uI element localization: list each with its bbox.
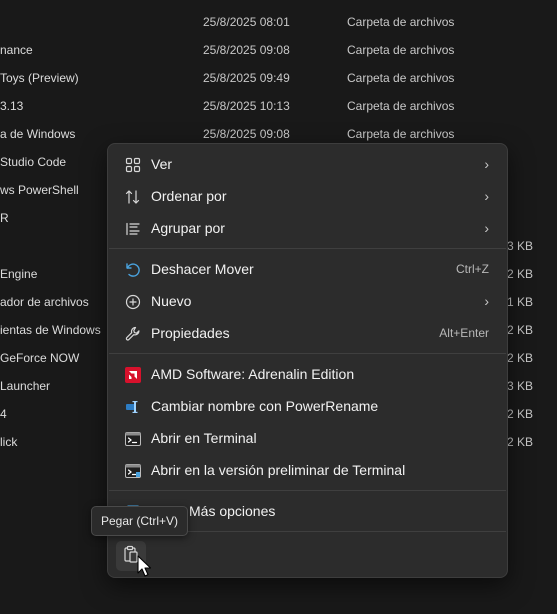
shortcut-text: Alt+Enter xyxy=(439,326,489,340)
menu-item-label: Ver xyxy=(151,156,173,172)
shortcut-text: Ctrl+Z xyxy=(456,262,489,276)
file-name: ws PowerShell xyxy=(0,183,79,197)
file-name: GeForce NOW xyxy=(0,351,80,365)
chevron-right-icon: › xyxy=(484,188,489,204)
file-name: a de Windows xyxy=(0,127,76,141)
tooltip: Pegar (Ctrl+V) xyxy=(91,506,189,536)
chevron-right-icon: › xyxy=(484,156,489,172)
file-name: nance xyxy=(0,43,33,57)
terminal-preview-icon xyxy=(124,462,141,479)
sort-icon xyxy=(124,188,141,205)
file-date: 25/8/2025 09:49 xyxy=(203,71,290,85)
file-size: 2 KB xyxy=(506,435,533,449)
file-name: Toys (Preview) xyxy=(0,71,79,85)
menu-separator xyxy=(109,490,506,491)
chevron-right-icon: › xyxy=(484,293,489,309)
file-name: Engine xyxy=(0,267,38,281)
menu-item-label: AMD Software: Adrenalin Edition xyxy=(151,366,355,382)
new-plus-icon xyxy=(124,293,141,310)
menu-item-label: Abrir en Terminal xyxy=(151,430,257,446)
terminal-icon xyxy=(124,430,141,447)
menu-item-open-terminal[interactable]: Abrir en Terminal xyxy=(112,422,503,454)
menu-item-amd-software[interactable]: AMD Software: Adrenalin Edition xyxy=(112,358,503,390)
wrench-icon xyxy=(124,325,141,342)
file-date: 25/8/2025 08:01 xyxy=(203,15,290,29)
file-size: 2 KB xyxy=(506,267,533,281)
file-size: 3 KB xyxy=(506,239,533,253)
menu-item-powerrename[interactable]: Cambiar nombre con PowerRename xyxy=(112,390,503,422)
amd-icon xyxy=(124,366,141,383)
file-row[interactable]: nance 25/8/2025 09:08 Carpeta de archivo… xyxy=(0,36,557,64)
file-type: Carpeta de archivos xyxy=(347,71,455,85)
menu-item-open-terminal-preview[interactable]: Abrir en la versión preliminar de Termin… xyxy=(112,454,503,486)
group-list-icon xyxy=(124,220,141,237)
undo-icon xyxy=(124,261,141,278)
powerrename-icon xyxy=(124,398,141,415)
menu-item-view[interactable]: Ver › xyxy=(112,148,503,180)
mouse-cursor-icon xyxy=(137,555,152,577)
menu-item-label: Abrir en la versión preliminar de Termin… xyxy=(151,462,406,478)
file-name: lick xyxy=(0,435,18,449)
menu-item-label: Propiedades xyxy=(151,325,230,341)
menu-separator xyxy=(109,248,506,249)
file-name: 3.13 xyxy=(0,99,24,113)
file-size: 3 KB xyxy=(506,379,533,393)
file-size: 2 KB xyxy=(506,407,533,421)
file-type: Carpeta de archivos xyxy=(347,99,455,113)
menu-item-label: Ordenar por xyxy=(151,188,227,204)
file-size: 2 KB xyxy=(506,351,533,365)
menu-item-label: Agrupar por xyxy=(151,220,225,236)
file-type: Carpeta de archivos xyxy=(347,15,455,29)
menu-item-label: Nuevo xyxy=(151,293,192,309)
menu-item-label: Cambiar nombre con PowerRename xyxy=(151,398,379,414)
file-date: 25/8/2025 10:13 xyxy=(203,99,290,113)
menu-item-undo-move[interactable]: Deshacer Mover Ctrl+Z xyxy=(112,253,503,285)
file-name: Studio Code xyxy=(0,155,67,169)
file-name: Launcher xyxy=(0,379,51,393)
menu-separator xyxy=(109,353,506,354)
file-size: 1 KB xyxy=(506,295,533,309)
menu-item-group-by[interactable]: Agrupar por › xyxy=(112,212,503,244)
file-name: 4 xyxy=(0,407,7,421)
menu-item-new[interactable]: Nuevo › xyxy=(112,285,503,317)
menu-item-label: Deshacer Mover xyxy=(151,261,254,277)
file-name: ador de archivos xyxy=(0,295,89,309)
file-name: ientas de Windows xyxy=(0,323,101,337)
menu-item-properties[interactable]: Propiedades Alt+Enter xyxy=(112,317,503,349)
file-row[interactable]: Toys (Preview) 25/8/2025 09:49 Carpeta d… xyxy=(0,64,557,92)
file-type: Carpeta de archivos xyxy=(347,43,455,57)
file-date: 25/8/2025 09:08 xyxy=(203,43,290,57)
grid-view-icon xyxy=(124,156,141,173)
file-row[interactable]: 25/8/2025 08:01 Carpeta de archivos xyxy=(0,8,557,36)
menu-item-sort-by[interactable]: Ordenar por › xyxy=(112,180,503,212)
file-row[interactable]: 3.13 25/8/2025 10:13 Carpeta de archivos xyxy=(0,92,557,120)
file-name: R xyxy=(0,211,9,225)
file-size: 2 KB xyxy=(506,323,533,337)
tooltip-text: Pegar (Ctrl+V) xyxy=(101,514,179,528)
chevron-right-icon: › xyxy=(484,220,489,236)
